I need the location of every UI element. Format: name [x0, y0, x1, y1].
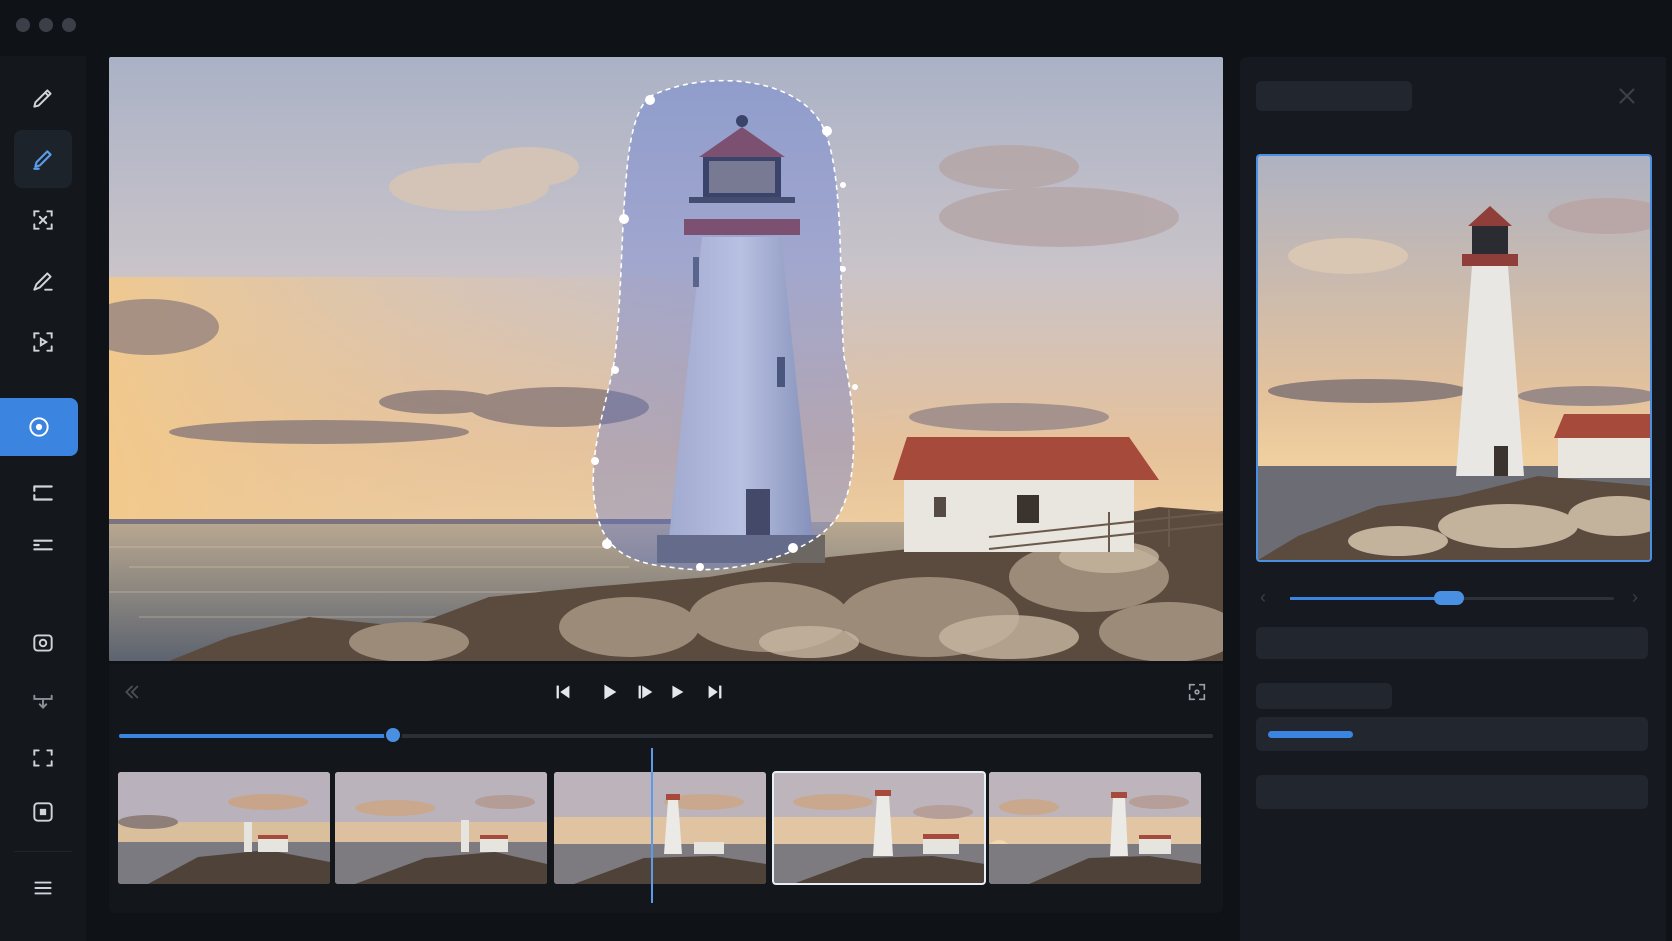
timeline-scrubber[interactable]: [119, 728, 1213, 742]
panel-label-placeholder: [1256, 683, 1392, 709]
object-select-icon: [33, 332, 53, 352]
play-icon: [604, 684, 617, 700]
step-forward-button[interactable]: [631, 678, 659, 706]
object-select-tool[interactable]: [14, 313, 72, 371]
window-minimize-dot[interactable]: [39, 18, 53, 32]
download-tool[interactable]: [14, 671, 72, 729]
timeline-frame-4[interactable]: [772, 771, 986, 885]
frame-thumbnail: [554, 772, 766, 884]
play-alt-icon: [672, 685, 684, 699]
properties-panel: ‹ ›: [1240, 57, 1666, 941]
panel-title-placeholder: [1256, 81, 1412, 111]
download-icon: [33, 694, 53, 709]
window-maximize-dot[interactable]: [62, 18, 76, 32]
preview-slider-handle[interactable]: [1433, 591, 1464, 605]
timeline-frame-2[interactable]: [335, 772, 547, 884]
skip-end-button[interactable]: [701, 678, 729, 706]
layers-icon: [33, 485, 53, 501]
pen-tool[interactable]: [14, 252, 72, 310]
panel-field-2[interactable]: [1256, 775, 1648, 809]
skip-start-icon: [556, 685, 570, 699]
pencil-icon: [33, 89, 52, 108]
marquee-tool[interactable]: [14, 191, 72, 249]
step-forward-icon: [638, 685, 653, 699]
panel-progress-bar: [1268, 731, 1353, 738]
slider-prev-icon[interactable]: ‹: [1260, 587, 1266, 608]
collapse-button[interactable]: [117, 678, 145, 706]
close-icon[interactable]: [1614, 83, 1640, 109]
timeline-playhead[interactable]: [651, 748, 653, 903]
preview-image: [1256, 154, 1652, 562]
panel-progress-field[interactable]: [1256, 717, 1648, 751]
frame-tool[interactable]: [14, 783, 72, 841]
crop-tool[interactable]: [14, 729, 72, 787]
fullscreen-icon: [1188, 683, 1206, 701]
timeline-frame-3[interactable]: [554, 772, 766, 884]
menu-tool[interactable]: [14, 859, 72, 917]
pen-icon: [33, 272, 53, 291]
play-alt-button[interactable]: [663, 678, 691, 706]
frame-thumbnail: [989, 772, 1201, 884]
frame-thumbnail: [118, 772, 330, 884]
preview-slider-fill: [1290, 597, 1449, 600]
stack-tool[interactable]: [14, 516, 72, 574]
timeline-frame-5[interactable]: [989, 772, 1201, 884]
camera-icon: [33, 634, 53, 652]
camera-tool[interactable]: [14, 614, 72, 672]
frame-thumbnail: [773, 772, 985, 884]
image-canvas[interactable]: [109, 57, 1223, 661]
pencil-tool[interactable]: [14, 69, 72, 127]
lighthouse-preview-image: [1258, 156, 1650, 560]
toolbar-divider: [14, 851, 72, 852]
stack-icon: [33, 539, 53, 551]
brush-tool[interactable]: [14, 130, 72, 188]
transport-bar: [109, 664, 1223, 720]
timeline-frame-1[interactable]: [118, 772, 330, 884]
circle-mask-icon: [29, 417, 49, 437]
layers-tool[interactable]: [14, 464, 72, 522]
play-button[interactable]: [595, 678, 623, 706]
frame-icon: [33, 802, 53, 822]
fullscreen-button[interactable]: [1183, 678, 1211, 706]
window-close-dot[interactable]: [16, 18, 30, 32]
timeline-progress: [119, 734, 393, 738]
left-toolbar: [0, 56, 86, 941]
timeline-scrub-handle[interactable]: [385, 728, 400, 742]
brush-icon: [33, 150, 52, 170]
skip-start-button[interactable]: [549, 678, 577, 706]
crop-icon: [33, 749, 53, 767]
marquee-select-icon: [33, 210, 53, 230]
menu-icon: [34, 881, 52, 895]
preview-slider[interactable]: [1290, 591, 1614, 605]
timeline: [109, 720, 1223, 913]
collapse-icon: [125, 685, 139, 699]
slider-next-icon[interactable]: ›: [1632, 587, 1638, 608]
lighthouse-scene-image: [109, 57, 1223, 661]
mask-tool[interactable]: [0, 398, 78, 456]
frame-thumbnail: [335, 772, 547, 884]
panel-field-1[interactable]: [1256, 627, 1648, 659]
skip-end-icon: [708, 685, 722, 699]
